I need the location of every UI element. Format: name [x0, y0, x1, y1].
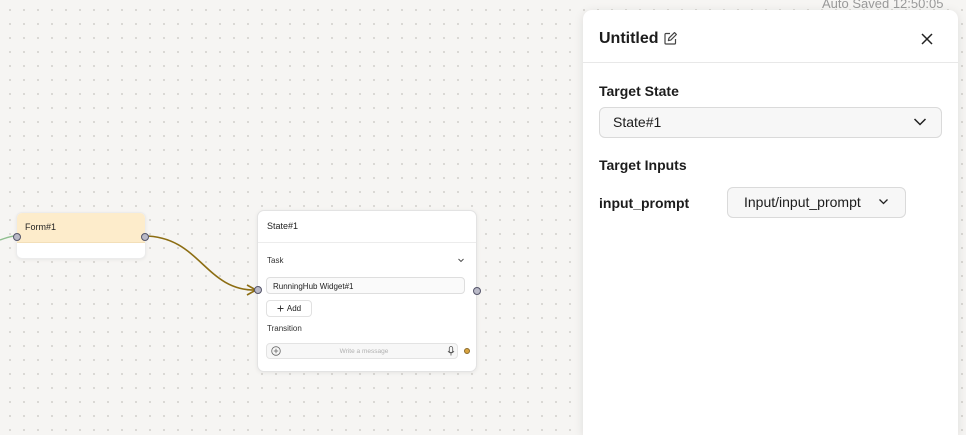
input-source-value: Input/input_prompt [744, 194, 861, 210]
form-node-output-handle[interactable] [141, 233, 149, 241]
state-node-output-handle[interactable] [473, 287, 481, 295]
add-label: Add [286, 304, 302, 313]
edit-icon[interactable] [663, 31, 678, 46]
transition-output-handle[interactable] [464, 348, 470, 354]
task-widget-chip[interactable]: RunningHub Widget#1 [266, 277, 465, 294]
target-state-select[interactable]: State#1 [599, 107, 942, 138]
panel-title: Untitled [599, 30, 659, 47]
plus-icon [277, 305, 284, 312]
chevron-down-icon[interactable] [457, 256, 465, 264]
target-state-value: State#1 [613, 114, 662, 130]
input-name-label: input_prompt [599, 195, 690, 211]
message-input[interactable]: Write a message [266, 343, 458, 359]
chevron-down-icon [879, 199, 888, 205]
add-task-button[interactable]: Add [266, 300, 312, 317]
panel-header: Untitled [583, 10, 958, 63]
input-source-select[interactable]: Input/input_prompt [727, 187, 906, 218]
message-placeholder: Write a message [339, 347, 389, 355]
plus-circle-icon[interactable] [267, 345, 283, 357]
form-node[interactable]: Form#1 [16, 212, 146, 259]
close-icon[interactable] [920, 32, 934, 46]
form-node-title: Form#1 [17, 213, 145, 243]
form-node-input-handle[interactable] [13, 233, 21, 241]
task-label: Task [267, 256, 284, 265]
target-inputs-label: Target Inputs [599, 157, 687, 173]
edge-form-to-state [143, 235, 257, 291]
properties-panel: Untitled Target State State#1 Target Inp… [583, 10, 958, 435]
mic-icon[interactable] [445, 345, 457, 357]
transition-label: Transition [267, 324, 302, 333]
target-state-label: Target State [599, 83, 679, 99]
state-node-title: State#1 [258, 211, 476, 243]
state-node-input-handle[interactable] [254, 286, 262, 294]
state-node[interactable]: State#1 Task RunningHub Widget#1 Add Tra… [257, 210, 477, 372]
task-row[interactable]: Task [267, 256, 465, 265]
chevron-down-icon [913, 118, 927, 126]
